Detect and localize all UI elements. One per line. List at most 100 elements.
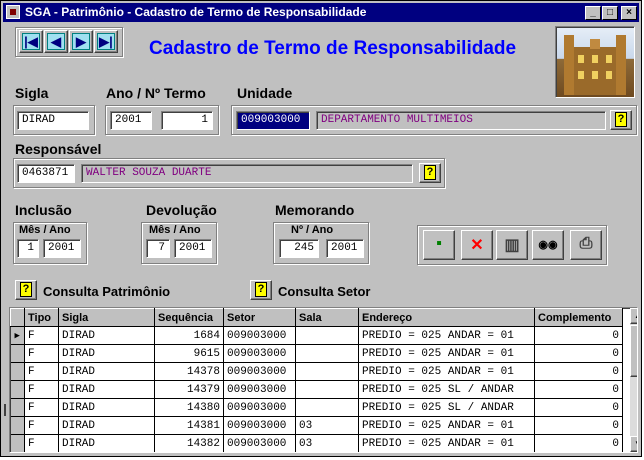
cell-tipo[interactable]: F xyxy=(24,398,59,417)
termo-input[interactable]: 1 xyxy=(161,111,213,130)
cell-sala[interactable] xyxy=(295,362,359,381)
cell-sigla[interactable]: DIRAD xyxy=(58,380,155,399)
unidade-code-input[interactable]: 009003000 xyxy=(236,111,310,130)
column-header-sigla[interactable]: Sigla xyxy=(58,308,155,327)
prev-record-button[interactable]: ◀ xyxy=(44,30,68,53)
column-header-complemento[interactable]: Complemento xyxy=(534,308,623,327)
cell-sala[interactable] xyxy=(295,326,359,345)
ano-input[interactable]: 2001 xyxy=(110,111,152,130)
cell-complemento[interactable]: 0 xyxy=(534,398,623,417)
memorando-ano-input[interactable]: 2001 xyxy=(326,239,364,258)
cell-setor[interactable]: 009003000 xyxy=(223,434,296,452)
cell-tipo[interactable]: F xyxy=(24,326,59,345)
table-row[interactable]: F DIRAD 14378 009003000 PREDIO = 025 AND… xyxy=(10,362,623,381)
patrimonio-grid[interactable]: Tipo Sigla Sequência Setor Sala Endereço… xyxy=(9,307,638,453)
cell-setor[interactable]: 009003000 xyxy=(223,416,296,435)
title-bar[interactable]: SGA - Patrimônio - Cadastro de Termo de … xyxy=(3,3,639,22)
cell-sequencia[interactable]: 14382 xyxy=(154,434,224,452)
cell-tipo[interactable]: F xyxy=(24,434,59,452)
delete-button[interactable]: ▥ xyxy=(496,230,528,260)
cell-sigla[interactable]: DIRAD xyxy=(58,398,155,417)
cell-setor[interactable]: 009003000 xyxy=(223,362,296,381)
consulta-patrimonio-button[interactable]: ? xyxy=(15,280,37,300)
cell-sala[interactable] xyxy=(295,398,359,417)
cell-sala[interactable]: 03 xyxy=(295,434,359,452)
cell-complemento[interactable]: 0 xyxy=(534,326,623,345)
cell-sequencia[interactable]: 14379 xyxy=(154,380,224,399)
cell-sequencia[interactable]: 1684 xyxy=(154,326,224,345)
cell-setor[interactable]: 009003000 xyxy=(223,344,296,363)
column-header-sala[interactable]: Sala xyxy=(295,308,359,327)
table-row[interactable]: F DIRAD 14380 009003000 PREDIO = 025 SL … xyxy=(10,398,623,417)
cell-endereco[interactable]: PREDIO = 025 SL / ANDAR xyxy=(358,380,535,399)
scroll-up-button[interactable]: ▲ xyxy=(630,308,637,324)
table-row[interactable]: F DIRAD 9615 009003000 PREDIO = 025 ANDA… xyxy=(10,344,623,363)
devolucao-ano-input[interactable]: 2001 xyxy=(174,239,212,258)
table-row[interactable]: F DIRAD 14382 009003000 03 PREDIO = 025 … xyxy=(10,434,623,452)
help-icon: ? xyxy=(615,112,627,127)
responsavel-lookup-button[interactable]: ? xyxy=(419,163,441,183)
cell-sala[interactable] xyxy=(295,380,359,399)
scroll-down-button[interactable]: ▼ xyxy=(630,436,637,452)
cell-sigla[interactable]: DIRAD xyxy=(58,344,155,363)
column-header-setor[interactable]: Setor xyxy=(223,308,296,327)
cell-complemento[interactable]: 0 xyxy=(534,362,623,381)
sigla-input[interactable]: DIRAD xyxy=(17,111,89,130)
cell-complemento[interactable]: 0 xyxy=(534,344,623,363)
cell-setor[interactable]: 009003000 xyxy=(223,380,296,399)
next-record-button[interactable]: ▶ xyxy=(69,30,93,53)
table-row[interactable]: ▶ F DIRAD 1684 009003000 PREDIO = 025 AN… xyxy=(10,326,623,345)
cell-endereco[interactable]: PREDIO = 025 ANDAR = 01 xyxy=(358,344,535,363)
table-row[interactable]: F DIRAD 14379 009003000 PREDIO = 025 SL … xyxy=(10,380,623,399)
devolucao-mes-input[interactable]: 7 xyxy=(146,239,170,258)
app-icon[interactable] xyxy=(6,5,20,19)
cell-setor[interactable]: 009003000 xyxy=(223,326,296,345)
column-header-endereco[interactable]: Endereço xyxy=(358,308,535,327)
cell-sequencia[interactable]: 14378 xyxy=(154,362,224,381)
cell-endereco[interactable]: PREDIO = 025 ANDAR = 01 xyxy=(358,434,535,452)
cell-complemento[interactable]: 0 xyxy=(534,380,623,399)
cell-tipo[interactable]: F xyxy=(24,416,59,435)
cell-sala[interactable] xyxy=(295,344,359,363)
consulta-setor-button[interactable]: ? xyxy=(250,280,272,300)
cell-sequencia[interactable]: 14380 xyxy=(154,398,224,417)
scroll-thumb[interactable] xyxy=(630,325,637,377)
consulta-setor-label[interactable]: Consulta Setor xyxy=(278,284,370,299)
cell-sequencia[interactable]: 14381 xyxy=(154,416,224,435)
cell-endereco[interactable]: PREDIO = 025 ANDAR = 01 xyxy=(358,416,535,435)
cell-sequencia[interactable]: 9615 xyxy=(154,344,224,363)
cell-tipo[interactable]: F xyxy=(24,362,59,381)
consulta-patrimonio-label[interactable]: Consulta Patrimônio xyxy=(43,284,170,299)
memorando-n-input[interactable]: 245 xyxy=(279,239,319,258)
cell-sigla[interactable]: DIRAD xyxy=(58,434,155,452)
cell-endereco[interactable]: PREDIO = 025 ANDAR = 01 xyxy=(358,362,535,381)
cell-complemento[interactable]: 0 xyxy=(534,416,623,435)
close-button[interactable]: × xyxy=(621,6,637,20)
column-header-sequencia[interactable]: Sequência xyxy=(154,308,224,327)
cell-sigla[interactable]: DIRAD xyxy=(58,362,155,381)
cell-tipo[interactable]: F xyxy=(24,380,59,399)
search-button[interactable]: ◉◉ xyxy=(532,230,564,260)
last-record-button[interactable]: ▶| xyxy=(94,30,118,53)
column-header-tipo[interactable]: Tipo xyxy=(24,308,59,327)
cell-setor[interactable]: 009003000 xyxy=(223,398,296,417)
cell-endereco[interactable]: PREDIO = 025 ANDAR = 01 xyxy=(358,326,535,345)
responsavel-code-input[interactable]: 0463871 xyxy=(17,164,75,183)
cell-sala[interactable]: 03 xyxy=(295,416,359,435)
minimize-button[interactable]: _ xyxy=(585,6,601,20)
first-record-button[interactable]: |◀ xyxy=(19,30,43,53)
cell-endereco[interactable]: PREDIO = 025 SL / ANDAR xyxy=(358,398,535,417)
inclusao-ano-input[interactable]: 2001 xyxy=(43,239,81,258)
maximize-button[interactable]: □ xyxy=(602,6,618,20)
cell-tipo[interactable]: F xyxy=(24,344,59,363)
cell-sigla[interactable]: DIRAD xyxy=(58,416,155,435)
inclusao-mes-input[interactable]: 1 xyxy=(17,239,39,258)
print-button[interactable]: ⎙ xyxy=(570,230,602,260)
unidade-lookup-button[interactable]: ? xyxy=(610,110,632,130)
vertical-scrollbar[interactable]: ▲ ▼ xyxy=(630,308,637,452)
cancel-button[interactable]: ✕ xyxy=(461,230,493,260)
cell-complemento[interactable]: 0 xyxy=(534,434,623,452)
cell-sigla[interactable]: DIRAD xyxy=(58,326,155,345)
table-row[interactable]: F DIRAD 14381 009003000 03 PREDIO = 025 … xyxy=(10,416,623,435)
save-button[interactable]: ▪ xyxy=(423,230,455,260)
